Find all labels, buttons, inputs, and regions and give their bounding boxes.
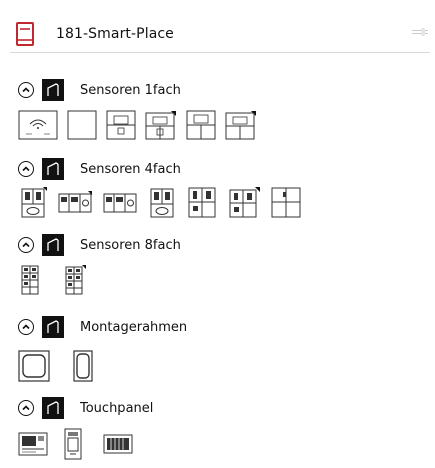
section-label: Montagerahmen <box>80 319 188 335</box>
chevron-up-icon <box>22 405 30 411</box>
collapse-button[interactable] <box>18 319 34 335</box>
section-header-sensoren-4fach[interactable]: Sensoren 4fach <box>18 157 181 181</box>
section-label: Sensoren 4fach <box>80 161 181 177</box>
project-title: 181-Smart-Place <box>56 26 174 42</box>
device-row-touchpanel <box>18 428 143 460</box>
chevron-up-icon <box>22 242 30 248</box>
device-row-sensoren-1fach <box>18 109 266 141</box>
home-icon <box>42 158 64 180</box>
device-sensor-8-b[interactable] <box>62 264 88 296</box>
device-touchpanel-a[interactable] <box>18 429 48 459</box>
home-icon <box>42 397 64 419</box>
collapse-button[interactable] <box>18 400 34 416</box>
collapse-button[interactable] <box>18 161 34 177</box>
device-row-sensoren-8fach <box>18 264 97 296</box>
book-icon <box>16 22 34 46</box>
device-panel-window-3[interactable] <box>186 110 216 140</box>
home-icon <box>42 234 64 256</box>
section-label: Sensoren 8fach <box>80 237 181 253</box>
device-sensor-4-f[interactable] <box>227 186 261 218</box>
device-wireless-sensor[interactable] <box>18 110 58 140</box>
chevron-up-icon <box>22 324 30 330</box>
device-sensor-4-c[interactable] <box>102 186 138 218</box>
device-sensor-4-e[interactable] <box>186 186 218 218</box>
section-header-sensoren-1fach[interactable]: Sensoren 1fach <box>18 78 181 102</box>
device-sensor-4-g[interactable] <box>270 186 302 218</box>
device-panel-window-1[interactable] <box>106 110 136 140</box>
device-touchpanel-b[interactable] <box>62 428 84 460</box>
chevron-up-icon <box>22 166 30 172</box>
header-divider <box>10 52 430 53</box>
device-panel-window-2[interactable] <box>145 110 177 140</box>
device-sensor-4-a[interactable] <box>18 186 48 218</box>
chevron-up-icon <box>22 87 30 93</box>
project-header[interactable]: 181-Smart-Place <box>10 16 430 52</box>
home-icon <box>42 79 64 101</box>
device-sensor-8-a[interactable] <box>18 264 42 296</box>
section-header-touchpanel[interactable]: Touchpanel <box>18 396 153 420</box>
device-row-sensoren-4fach <box>18 186 311 218</box>
grip-icon[interactable] <box>412 28 428 38</box>
device-sensor-4-b[interactable] <box>57 186 93 218</box>
device-sensor-4-d[interactable] <box>147 186 177 218</box>
device-panel-window-4[interactable] <box>225 110 257 140</box>
device-frame-tall[interactable] <box>72 350 94 382</box>
device-row-montagerahmen <box>18 350 103 382</box>
section-header-montagerahmen[interactable]: Montagerahmen <box>18 315 187 339</box>
device-frame-square[interactable] <box>18 350 50 382</box>
section-header-sensoren-8fach[interactable]: Sensoren 8fach <box>18 233 181 257</box>
home-icon <box>42 316 64 338</box>
collapse-button[interactable] <box>18 237 34 253</box>
device-blank-panel[interactable] <box>67 110 97 140</box>
section-label: Sensoren 1fach <box>80 82 181 98</box>
section-label: Touchpanel <box>80 400 154 416</box>
device-touchpanel-c[interactable] <box>102 429 134 459</box>
collapse-button[interactable] <box>18 82 34 98</box>
